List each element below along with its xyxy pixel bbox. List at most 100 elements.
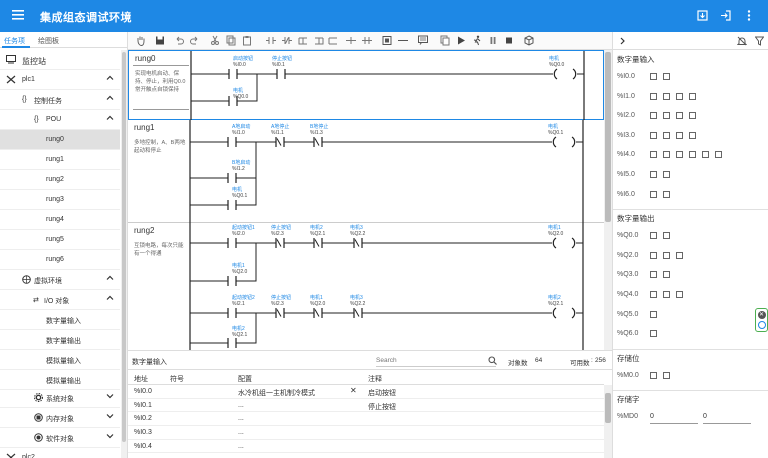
filter-icon[interactable] <box>755 36 764 46</box>
chevron-up-icon[interactable] <box>106 274 114 282</box>
tree-scroll-thumb[interactable] <box>122 52 126 442</box>
chevron-up-icon[interactable] <box>106 114 114 122</box>
bit-checkbox[interactable] <box>676 131 683 139</box>
bit-checkbox[interactable] <box>650 251 657 259</box>
bit-checkbox[interactable] <box>663 291 670 298</box>
io-search-input[interactable] <box>376 354 496 367</box>
bit-checkbox[interactable] <box>702 151 709 159</box>
chevron-down-icon[interactable] <box>106 392 114 400</box>
bit-checkbox[interactable] <box>650 330 657 338</box>
ladder-editor[interactable]: rung0 实现电机启动、保持、停止，利用Q0.0常开触点自锁保持 启动按钮 %I… <box>128 50 604 350</box>
bit-checkbox[interactable] <box>650 371 657 379</box>
table-row[interactable]: %I0.3 ... <box>128 426 604 440</box>
bit-checkbox[interactable] <box>676 151 683 159</box>
menu-icon[interactable] <box>12 10 24 20</box>
stop-icon[interactable] <box>504 35 514 46</box>
bit-checkbox[interactable] <box>663 251 670 259</box>
io-table-scrollbar[interactable] <box>604 385 612 458</box>
bit-checkbox[interactable] <box>650 171 657 178</box>
tab-tasks[interactable]: 任务项 <box>4 36 25 46</box>
chevron-right-icon[interactable] <box>619 37 626 45</box>
word-value-field[interactable]: 0 <box>650 410 698 425</box>
tree-item-io-objects[interactable]: ⇄ I/O 对象 <box>0 290 120 310</box>
rung-1[interactable]: rung1 多地控制，A、B两地起动和停止 A地启动 %I1.0 A地停止 %I1.… <box>128 120 604 223</box>
tree-item-virtual-env[interactable]: 虚拟环境 <box>0 270 120 290</box>
bit-checkbox[interactable] <box>650 310 657 318</box>
tree-item-rung2[interactable]: rung2 <box>0 170 120 190</box>
tree-item-root[interactable]: 监控站 <box>0 50 120 70</box>
word-value-field[interactable]: 0 <box>703 410 751 425</box>
tree-item-control-task[interactable]: {} 控制任务 <box>0 90 120 110</box>
bit-checkbox[interactable] <box>650 291 657 298</box>
tree-item-digital-out[interactable]: 数字量输出 <box>0 330 120 350</box>
bit-checkbox[interactable] <box>650 151 657 159</box>
tree-item-memory-objects[interactable]: 内存对象 <box>0 408 120 428</box>
tree-item-plc2[interactable]: plc2 <box>0 448 120 458</box>
tree-item-analog-out[interactable]: 模拟量输出 <box>0 370 120 390</box>
bit-checkbox[interactable] <box>663 92 670 100</box>
tree-item-rung5[interactable]: rung5 <box>0 230 120 250</box>
chevron-down-icon[interactable] <box>106 412 114 420</box>
bit-checkbox[interactable] <box>689 151 696 159</box>
bit-checkbox[interactable] <box>689 131 696 139</box>
bit-checkbox[interactable] <box>663 112 670 120</box>
target-icon[interactable] <box>757 321 766 329</box>
bit-checkbox[interactable] <box>663 73 670 80</box>
bit-checkbox[interactable] <box>676 92 683 100</box>
chevron-up-icon[interactable] <box>106 74 114 82</box>
row-config[interactable]: ... <box>238 429 244 436</box>
bit-checkbox[interactable] <box>650 232 657 240</box>
tree-item-software-objects[interactable]: 软件对象 <box>0 428 120 448</box>
bit-checkbox[interactable] <box>689 92 696 100</box>
bit-checkbox[interactable] <box>663 151 670 159</box>
chevron-down-icon[interactable] <box>106 432 114 440</box>
pause-icon[interactable] <box>488 35 498 46</box>
bit-checkbox[interactable] <box>663 131 670 139</box>
bit-checkbox[interactable] <box>663 171 670 178</box>
tree-item-digital-in[interactable]: 数字量输入 <box>0 310 120 330</box>
row-config[interactable]: ... <box>238 443 244 450</box>
copy-config-icon[interactable] <box>440 35 450 46</box>
cut-icon[interactable] <box>210 35 220 46</box>
tree-item-rung0[interactable]: rung0 <box>0 130 120 150</box>
tree-item-plc1[interactable]: plc1 <box>0 70 120 90</box>
row-comment[interactable]: 停止按钮 <box>368 402 396 412</box>
hand-icon[interactable] <box>136 35 146 46</box>
tree-item-rung6[interactable]: rung6 <box>0 250 120 270</box>
row-comment[interactable]: 启动按钮 <box>368 388 396 398</box>
insert-branch-icon[interactable] <box>298 35 308 46</box>
bit-checkbox[interactable] <box>663 271 670 279</box>
search-icon[interactable] <box>488 356 497 365</box>
insert-branch3-icon[interactable] <box>328 35 338 46</box>
bit-checkbox[interactable] <box>663 232 670 240</box>
floating-tool[interactable]: ✕ <box>755 308 768 332</box>
notifications-off-icon[interactable] <box>737 36 747 46</box>
box-icon[interactable] <box>524 35 534 46</box>
select-box-icon[interactable] <box>382 35 392 46</box>
bit-checkbox[interactable] <box>650 131 657 139</box>
tree-item-rung4[interactable]: rung4 <box>0 210 120 230</box>
exit-icon[interactable] <box>720 10 731 21</box>
insert-wire-icon[interactable] <box>346 35 356 46</box>
tree-item-analog-in[interactable]: 模拟量输入 <box>0 350 120 370</box>
table-row[interactable]: %I0.4 ... <box>128 440 604 454</box>
insert-branch2-icon[interactable] <box>314 35 324 46</box>
run-icon[interactable] <box>456 35 466 46</box>
bit-checkbox[interactable] <box>650 112 657 120</box>
ladder-scroll-thumb[interactable] <box>605 52 611 222</box>
bit-checkbox[interactable] <box>676 251 683 259</box>
tree-item-rung1[interactable]: rung1 <box>0 150 120 170</box>
table-row[interactable]: %I0.2 ... <box>128 412 604 427</box>
bit-checkbox[interactable] <box>689 112 696 120</box>
tab-drawing[interactable]: 绘图板 <box>38 36 59 46</box>
line-icon[interactable] <box>398 35 408 46</box>
close-icon[interactable]: ✕ <box>757 311 766 319</box>
download-page-icon[interactable] <box>697 10 708 21</box>
tree-item-rung3[interactable]: rung3 <box>0 190 120 210</box>
tree-item-pou[interactable]: {} POU <box>0 110 120 130</box>
paste-icon[interactable] <box>242 35 252 46</box>
tree-scrollbar[interactable] <box>121 50 127 458</box>
bit-checkbox[interactable] <box>663 371 670 379</box>
undo-icon[interactable] <box>174 35 184 46</box>
more-vert-icon[interactable] <box>746 10 752 21</box>
